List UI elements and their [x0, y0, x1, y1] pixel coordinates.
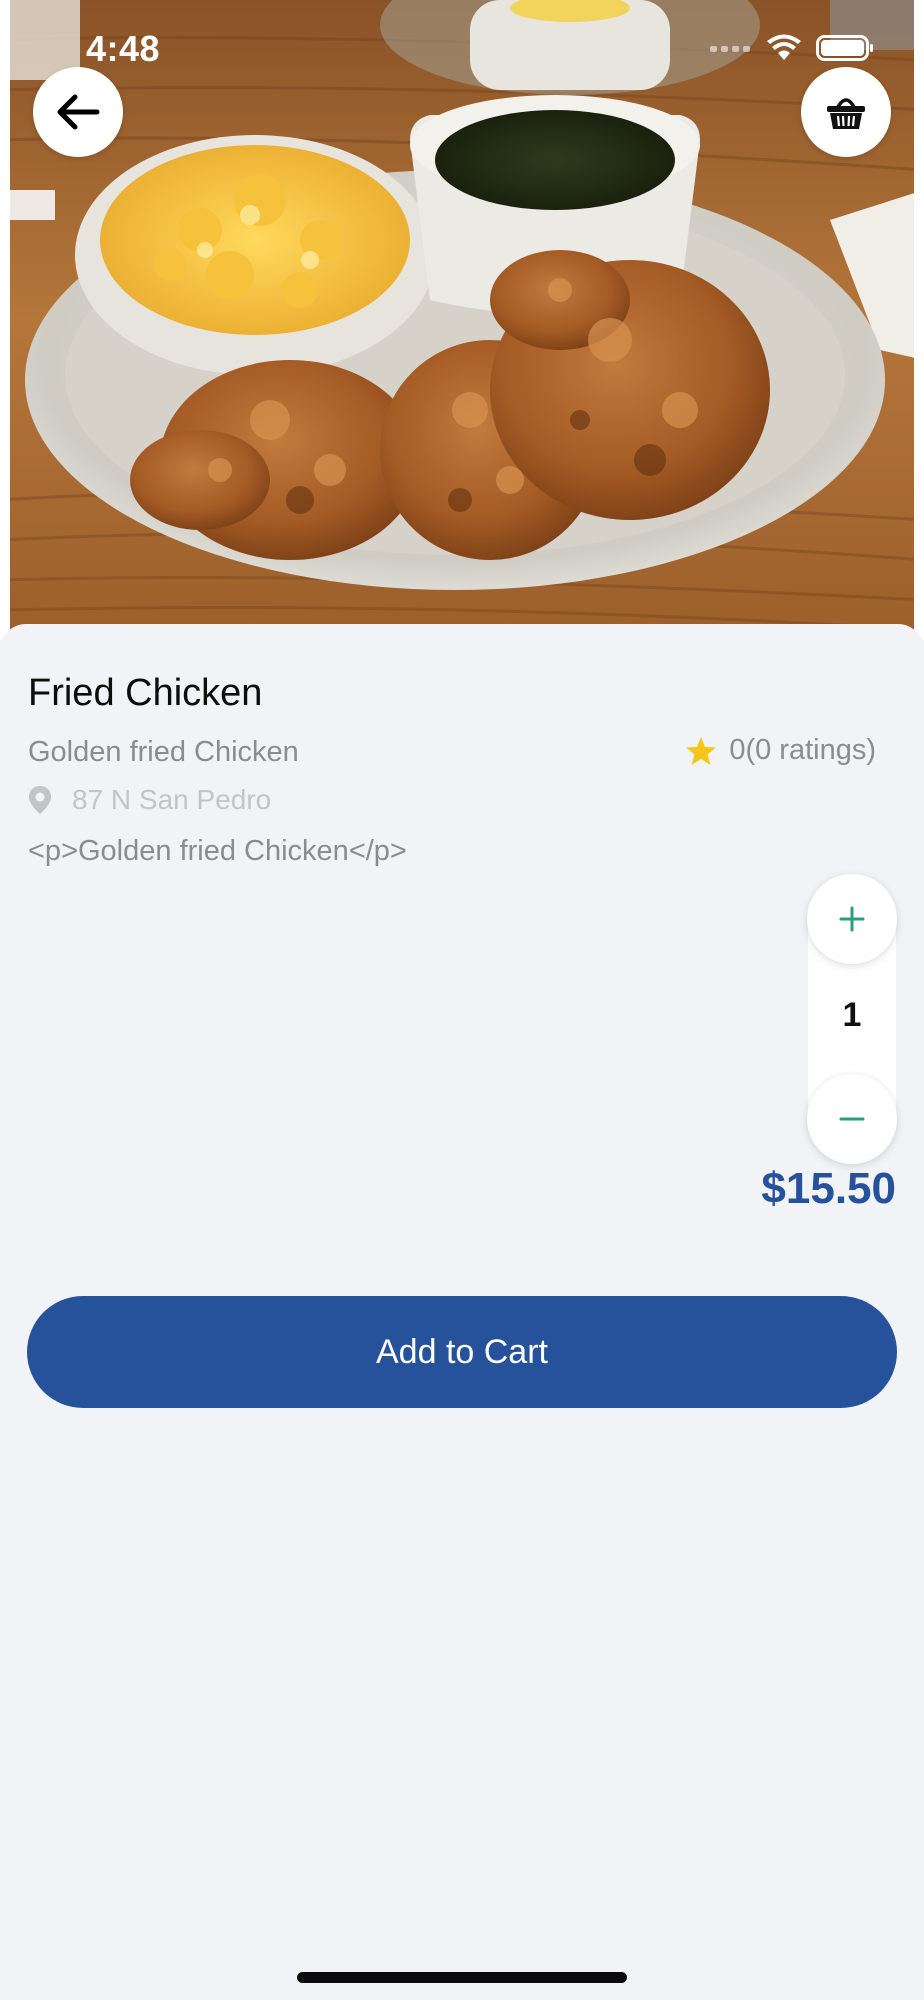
plus-icon — [839, 906, 865, 932]
fried-chicken-photo — [0, 0, 924, 640]
rating-text: 0(0 ratings) — [729, 734, 876, 766]
photo-edge-right — [914, 0, 924, 640]
star-icon — [686, 736, 717, 765]
status-icons — [710, 34, 874, 62]
item-subtitle: Golden fried Chicken — [28, 736, 299, 768]
status-time: 4:48 — [86, 28, 161, 69]
add-to-cart-button[interactable]: Add to Cart — [27, 1296, 897, 1408]
cart-button[interactable] — [801, 67, 891, 157]
food-photo: 4:48 — [0, 0, 924, 640]
quantity-value: 1 — [842, 996, 862, 1034]
basket-icon — [827, 98, 865, 129]
item-rating: 0(0 ratings) — [685, 734, 876, 767]
increase-quantity-button[interactable] — [807, 874, 897, 964]
item-description: <p>Golden fried Chicken</p> — [28, 835, 407, 867]
photo-edge-left — [0, 0, 10, 640]
quantity-stepper: 1 — [807, 874, 897, 1164]
map-pin-icon — [29, 786, 51, 814]
home-indicator[interactable] — [297, 1972, 627, 1983]
battery-icon — [816, 35, 873, 61]
minus-icon — [839, 1117, 865, 1121]
decrease-quantity-button[interactable] — [807, 1074, 897, 1164]
item-location: 87 N San Pedro — [28, 784, 271, 816]
item-details-sheet: Fried Chicken Golden fried Chicken 0(0 r… — [0, 624, 924, 2000]
signal-icon — [710, 46, 750, 52]
back-button[interactable] — [33, 67, 123, 157]
arrow-left-icon — [57, 94, 100, 130]
wifi-icon — [767, 34, 801, 60]
location-text: 87 N San Pedro — [72, 784, 272, 815]
item-price: $15.50 — [761, 1164, 896, 1213]
item-title: Fried Chicken — [28, 672, 263, 714]
